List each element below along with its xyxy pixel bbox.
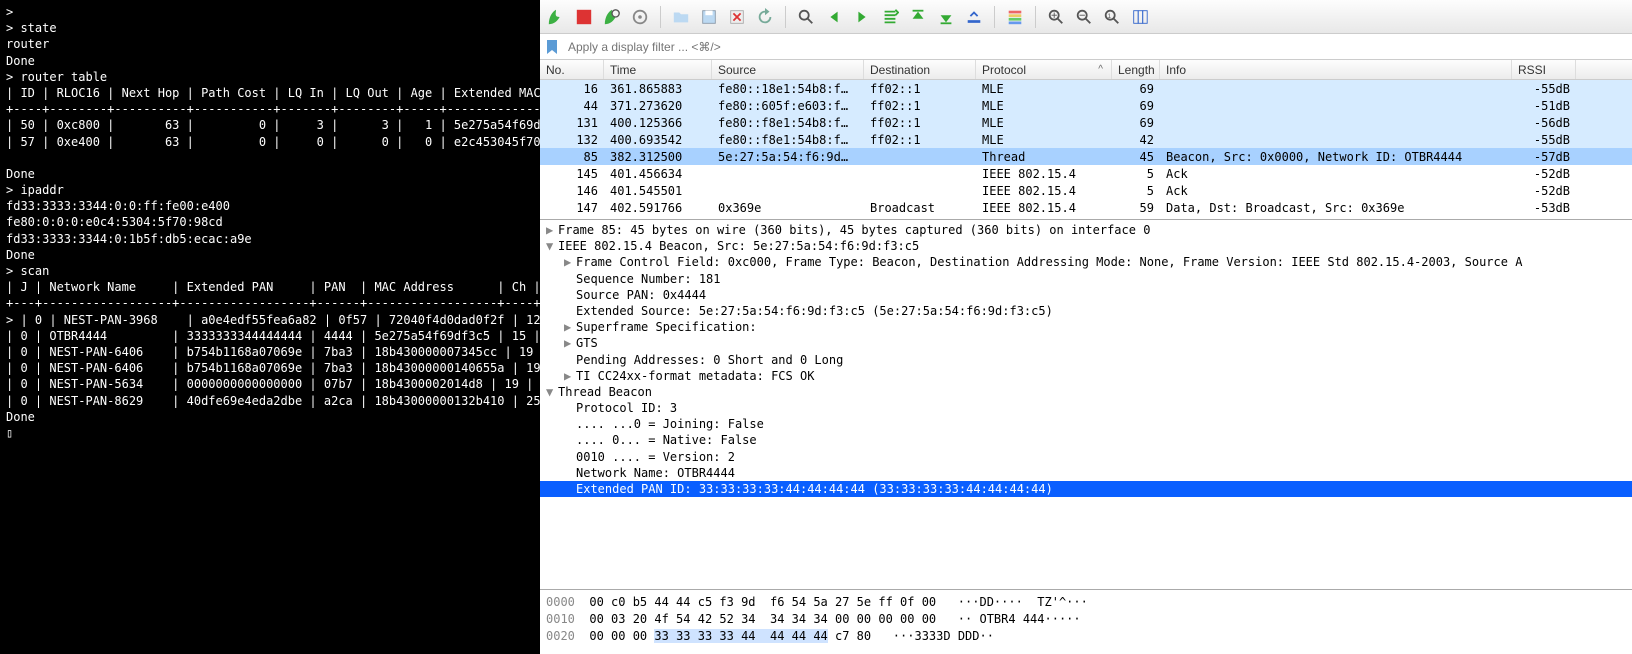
detail-line[interactable]: ▶GTS bbox=[540, 335, 1632, 351]
detail-line[interactable]: ▶Superframe Specification: bbox=[540, 319, 1632, 335]
packet-list-pane[interactable]: No. Time Source Destination Protocol Len… bbox=[540, 60, 1632, 220]
col-info[interactable]: Info bbox=[1160, 60, 1512, 79]
auto-scroll-icon[interactable] bbox=[964, 7, 984, 27]
go-back-icon[interactable] bbox=[824, 7, 844, 27]
zoom-in-icon[interactable] bbox=[1046, 7, 1066, 27]
col-length[interactable]: Length bbox=[1112, 60, 1160, 79]
detail-line[interactable]: ▶Frame 85: 45 bytes on wire (360 bits), … bbox=[540, 222, 1632, 238]
close-file-icon[interactable] bbox=[727, 7, 747, 27]
packet-row[interactable]: 146401.545501IEEE 802.15.45Ack-52dB bbox=[540, 182, 1632, 199]
find-packet-icon[interactable] bbox=[796, 7, 816, 27]
col-source[interactable]: Source bbox=[712, 60, 864, 79]
col-protocol[interactable]: Protocol bbox=[976, 60, 1112, 79]
go-first-icon[interactable] bbox=[908, 7, 928, 27]
save-file-icon[interactable] bbox=[699, 7, 719, 27]
colorize-icon[interactable] bbox=[1005, 7, 1025, 27]
go-last-icon[interactable] bbox=[936, 7, 956, 27]
capture-options-icon[interactable] bbox=[630, 7, 650, 27]
col-rssi[interactable]: RSSI bbox=[1512, 60, 1576, 79]
packet-row[interactable]: 44371.273620fe80::605f:e603:f…ff02::1MLE… bbox=[540, 97, 1632, 114]
detail-line[interactable]: Extended Source: 5e:27:5a:54:f6:9d:f3:c5… bbox=[540, 303, 1632, 319]
start-capture-icon[interactable] bbox=[546, 7, 566, 27]
packet-row[interactable]: 145401.456634IEEE 802.15.45Ack-52dB bbox=[540, 165, 1632, 182]
detail-line[interactable]: Pending Addresses: 0 Short and 0 Long bbox=[540, 352, 1632, 368]
detail-line[interactable]: 0010 .... = Version: 2 bbox=[540, 449, 1632, 465]
display-filter-input[interactable] bbox=[564, 36, 1628, 58]
detail-line[interactable]: Network Name: OTBR4444 bbox=[540, 465, 1632, 481]
detail-line[interactable]: ▶TI CC24xx-format metadata: FCS OK bbox=[540, 368, 1632, 384]
zoom-reset-icon[interactable]: 1 bbox=[1102, 7, 1122, 27]
detail-line[interactable]: ▼Thread Beacon bbox=[540, 384, 1632, 400]
restart-capture-icon[interactable] bbox=[602, 7, 622, 27]
col-no[interactable]: No. bbox=[540, 60, 604, 79]
go-forward-icon[interactable] bbox=[852, 7, 872, 27]
hex-line[interactable]: 0000 00 c0 b5 44 44 c5 f3 9d f6 54 5a 27… bbox=[546, 594, 1626, 611]
reload-icon[interactable] bbox=[755, 7, 775, 27]
stop-capture-icon[interactable] bbox=[574, 7, 594, 27]
detail-line[interactable]: .... ...0 = Joining: False bbox=[540, 416, 1632, 432]
detail-line[interactable]: Extended PAN ID: 33:33:33:33:44:44:44:44… bbox=[540, 481, 1632, 497]
open-file-icon[interactable] bbox=[671, 7, 691, 27]
main-toolbar: 1 bbox=[540, 0, 1632, 34]
detail-line[interactable]: ▼IEEE 802.15.4 Beacon, Src: 5e:27:5a:54:… bbox=[540, 238, 1632, 254]
terminal-pane[interactable]: > > state router Done > router table | I… bbox=[0, 0, 540, 654]
hex-line[interactable]: 0010 00 03 20 4f 54 42 52 34 34 34 34 00… bbox=[546, 611, 1626, 628]
packet-row[interactable]: 147402.5917660x369eBroadcastIEEE 802.15.… bbox=[540, 199, 1632, 216]
packet-row[interactable]: 132400.693542fe80::f8e1:54b8:f…ff02::1ML… bbox=[540, 131, 1632, 148]
detail-line[interactable]: Protocol ID: 3 bbox=[540, 400, 1632, 416]
display-filter-bar bbox=[540, 34, 1632, 60]
detail-line[interactable]: Source PAN: 0x4444 bbox=[540, 287, 1632, 303]
svg-text:1: 1 bbox=[1108, 12, 1112, 19]
packet-row[interactable]: 85382.3125005e:27:5a:54:f6:9d…Thread45Be… bbox=[540, 148, 1632, 165]
packet-details-pane[interactable]: ▶Frame 85: 45 bytes on wire (360 bits), … bbox=[540, 220, 1632, 590]
bookmark-icon[interactable] bbox=[544, 39, 560, 55]
zoom-out-icon[interactable] bbox=[1074, 7, 1094, 27]
go-to-packet-icon[interactable] bbox=[880, 7, 900, 27]
wireshark-window: 1 No. Time Source Destination Protocol L… bbox=[540, 0, 1632, 654]
detail-line[interactable]: Sequence Number: 181 bbox=[540, 271, 1632, 287]
col-time[interactable]: Time bbox=[604, 60, 712, 79]
detail-line[interactable]: .... 0... = Native: False bbox=[540, 432, 1632, 448]
packet-row[interactable]: 16361.865883fe80::18e1:54b8:f…ff02::1MLE… bbox=[540, 80, 1632, 97]
packet-bytes-pane[interactable]: 0000 00 c0 b5 44 44 c5 f3 9d f6 54 5a 27… bbox=[540, 590, 1632, 654]
packet-list-header[interactable]: No. Time Source Destination Protocol Len… bbox=[540, 60, 1632, 80]
hex-line[interactable]: 0020 00 00 00 33 33 33 33 44 44 44 44 c7… bbox=[546, 628, 1626, 645]
detail-line[interactable]: ▶Frame Control Field: 0xc000, Frame Type… bbox=[540, 254, 1632, 270]
packet-row[interactable]: 131400.125366fe80::f8e1:54b8:f…ff02::1ML… bbox=[540, 114, 1632, 131]
resize-columns-icon[interactable] bbox=[1130, 7, 1150, 27]
col-destination[interactable]: Destination bbox=[864, 60, 976, 79]
